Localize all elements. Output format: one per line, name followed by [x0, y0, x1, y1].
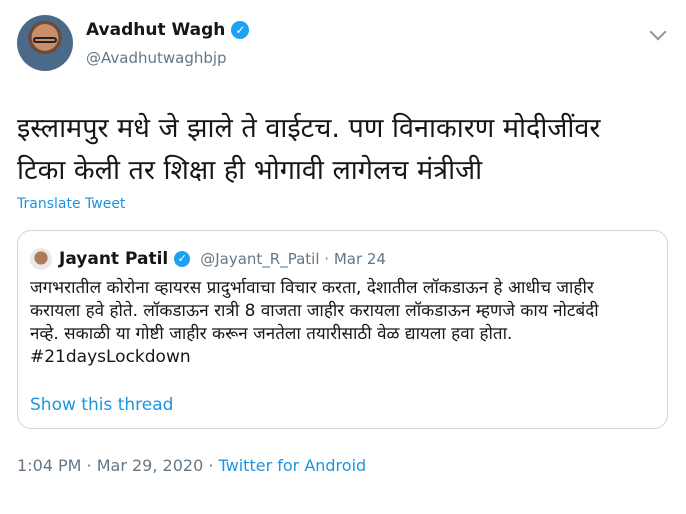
- quoted-tweet-header: Jayant Patil ✓ @Jayant_R_Patil · Mar 24: [59, 249, 386, 269]
- verified-badge-icon: ✓: [231, 21, 250, 39]
- author-avatar[interactable]: [17, 15, 73, 71]
- tweet-timestamp[interactable]: 1:04 PM · Mar 29, 2020 ·: [17, 456, 219, 475]
- translate-tweet-link[interactable]: Translate Tweet: [17, 196, 125, 212]
- tweet-source-link[interactable]: Twitter for Android: [219, 456, 367, 475]
- author-name-row: Avadhut Wagh ✓: [86, 20, 250, 40]
- quoted-tweet-card[interactable]: Jayant Patil ✓ @Jayant_R_Patil · Mar 24 …: [17, 230, 668, 429]
- author-handle[interactable]: @Avadhutwaghbjp: [86, 49, 227, 67]
- quoted-tweet-text: जगभरातील कोरोना व्हायरस प्रादुर्भावाचा व…: [30, 278, 599, 367]
- quoted-author-avatar: [30, 248, 52, 270]
- tweet-metadata: 1:04 PM · Mar 29, 2020 · Twitter for And…: [17, 456, 366, 475]
- quoted-author-handle-date: @Jayant_R_Patil · Mar 24: [200, 250, 386, 268]
- verified-badge-icon: ✓: [174, 251, 191, 267]
- tweet-text: इस्लामपुर मधे जे झाले ते वाईटच. पण विनाक…: [17, 113, 601, 186]
- chevron-down-icon[interactable]: [649, 23, 667, 41]
- author-name[interactable]: Avadhut Wagh: [86, 20, 225, 40]
- show-thread-link[interactable]: Show this thread: [30, 395, 173, 415]
- quoted-author-name: Jayant Patil: [59, 249, 169, 269]
